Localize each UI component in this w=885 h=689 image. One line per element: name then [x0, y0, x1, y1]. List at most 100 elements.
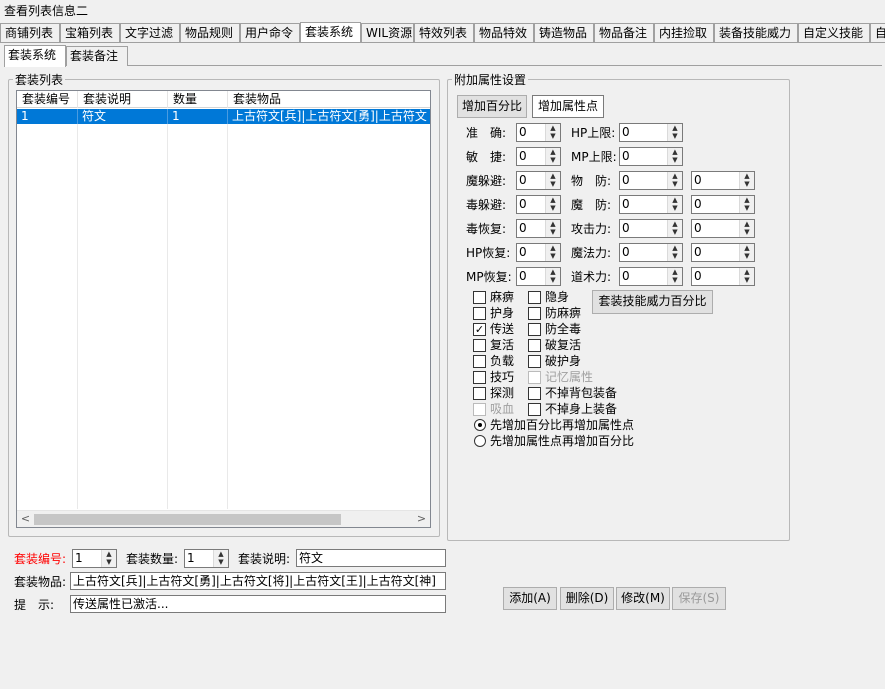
spin-up-icon[interactable]: ▲	[546, 268, 560, 276]
attr-stepper-right-5-1[interactable]: 0 ▲ ▼	[691, 243, 755, 262]
spin-buttons[interactable]: ▲ ▼	[667, 172, 682, 189]
suit-items-input[interactable]: 上古符文[兵]|上古符文[勇]|上古符文[将]|上古符文[王]|上古符文[神]	[70, 572, 446, 590]
attr-stepper-right-4-0[interactable]: 0 ▲ ▼	[619, 219, 683, 238]
attr-stepper-left-3[interactable]: 0 ▲ ▼	[516, 195, 561, 214]
flag-right-6-checkbox[interactable]	[528, 387, 541, 400]
flag-left-1-label[interactable]: 护身	[490, 306, 514, 320]
spin-buttons[interactable]: ▲ ▼	[545, 196, 560, 213]
order-radio-label-1[interactable]: 先增加属性点再增加百分比	[490, 434, 634, 448]
spin-up-icon[interactable]: ▲	[546, 172, 560, 180]
flag-left-6-checkbox[interactable]	[473, 387, 486, 400]
spin-up-icon[interactable]: ▲	[546, 196, 560, 204]
tab-user-commands[interactable]: 用户命令	[240, 23, 300, 42]
flag-right-6-label[interactable]: 不掉背包装备	[545, 386, 617, 400]
spin-buttons[interactable]: ▲ ▼	[667, 268, 682, 285]
flag-left-3-label[interactable]: 复活	[490, 338, 514, 352]
tab-truncated[interactable]: 自	[870, 23, 885, 42]
spin-buttons[interactable]: ▲ ▼	[545, 148, 560, 165]
spin-up-icon[interactable]: ▲	[668, 244, 682, 252]
attr-stepper-right-4-1[interactable]: 0 ▲ ▼	[691, 219, 755, 238]
spin-buttons[interactable]: ▲ ▼	[545, 244, 560, 261]
spin-up-icon[interactable]: ▲	[668, 148, 682, 156]
spin-buttons[interactable]: ▲ ▼	[739, 172, 754, 189]
tab-text-filter[interactable]: 文字过滤	[120, 23, 180, 42]
flag-right-2-label[interactable]: 防全毒	[545, 322, 581, 336]
flag-left-6-label[interactable]: 探测	[490, 386, 514, 400]
flag-right-7-checkbox[interactable]	[528, 403, 541, 416]
spin-buttons[interactable]: ▲ ▼	[545, 268, 560, 285]
spin-down-icon[interactable]: ▼	[740, 228, 754, 236]
flag-left-3-checkbox[interactable]	[473, 339, 486, 352]
flag-left-2-label[interactable]: 传送	[490, 322, 514, 336]
spin-buttons[interactable]: ▲ ▼	[739, 244, 754, 261]
spin-up-icon[interactable]: ▲	[546, 124, 560, 132]
order-radio-1[interactable]	[474, 435, 486, 447]
spin-buttons[interactable]: ▲ ▼	[739, 220, 754, 237]
attr-stepper-left-2[interactable]: 0 ▲ ▼	[516, 171, 561, 190]
spin-down-icon[interactable]: ▼	[214, 558, 228, 566]
spin-down-icon[interactable]: ▼	[740, 180, 754, 188]
column-header-desc[interactable]: 套装说明	[78, 91, 168, 108]
suit-skill-power-button[interactable]: 套装技能威力百分比	[592, 290, 713, 314]
spin-up-icon[interactable]: ▲	[102, 550, 116, 558]
subtab-suit-notes[interactable]: 套装备注	[66, 46, 128, 66]
table-row[interactable]: 1 符文 1 上古符文[兵]|上古符文[勇]|上古符文	[17, 109, 430, 124]
delete-button[interactable]: 删除(D)	[560, 587, 614, 610]
spin-up-icon[interactable]: ▲	[668, 196, 682, 204]
spin-up-icon[interactable]: ▲	[740, 172, 754, 180]
spin-up-icon[interactable]: ▲	[214, 550, 228, 558]
flag-right-0-label[interactable]: 隐身	[545, 290, 569, 304]
flag-left-4-label[interactable]: 负载	[490, 354, 514, 368]
flag-left-1-checkbox[interactable]	[473, 307, 486, 320]
spin-down-icon[interactable]: ▼	[740, 276, 754, 284]
flag-right-1-checkbox[interactable]	[528, 307, 541, 320]
spin-down-icon[interactable]: ▼	[740, 204, 754, 212]
spin-down-icon[interactable]: ▼	[546, 276, 560, 284]
tab-equip-skill-power[interactable]: 装备技能威力	[714, 23, 798, 42]
order-radio-label-0[interactable]: 先增加百分比再增加属性点	[490, 418, 634, 432]
column-header-id[interactable]: 套装编号	[17, 91, 78, 108]
spin-buttons[interactable]: ▲ ▼	[667, 148, 682, 165]
attr-stepper-left-4[interactable]: 0 ▲ ▼	[516, 219, 561, 238]
attr-stepper-left-5[interactable]: 0 ▲ ▼	[516, 243, 561, 262]
spin-down-icon[interactable]: ▼	[668, 204, 682, 212]
subtab-suit-system[interactable]: 套装系统	[4, 45, 66, 67]
attr-stepper-right-0-0[interactable]: 0 ▲ ▼	[619, 123, 683, 142]
spin-up-icon[interactable]: ▲	[740, 244, 754, 252]
scroll-right-button[interactable]: >	[413, 511, 430, 527]
spin-buttons[interactable]: ▲ ▼	[545, 220, 560, 237]
spin-up-icon[interactable]: ▲	[668, 220, 682, 228]
suit-desc-input[interactable]: 符文	[296, 549, 446, 567]
flag-right-3-label[interactable]: 破复活	[545, 338, 581, 352]
column-header-items[interactable]: 套装物品	[228, 91, 430, 108]
spin-buttons[interactable]: ▲ ▼	[667, 124, 682, 141]
flag-right-1-label[interactable]: 防麻痹	[545, 306, 581, 320]
suit-id-stepper[interactable]: 1 ▲ ▼	[72, 549, 117, 568]
attr-stepper-left-6[interactable]: 0 ▲ ▼	[516, 267, 561, 286]
spin-buttons[interactable]: ▲ ▼	[667, 220, 682, 237]
attr-stepper-right-2-0[interactable]: 0 ▲ ▼	[619, 171, 683, 190]
spin-down-icon[interactable]: ▼	[546, 156, 560, 164]
spin-up-icon[interactable]: ▲	[668, 124, 682, 132]
attr-stepper-right-1-0[interactable]: 0 ▲ ▼	[619, 147, 683, 166]
flag-left-4-checkbox[interactable]	[473, 355, 486, 368]
attr-stepper-right-3-0[interactable]: 0 ▲ ▼	[619, 195, 683, 214]
flag-right-4-checkbox[interactable]	[528, 355, 541, 368]
attr-stepper-left-0[interactable]: 0 ▲ ▼	[516, 123, 561, 142]
spin-up-icon[interactable]: ▲	[668, 268, 682, 276]
tab-suit-system[interactable]: 套装系统	[300, 22, 361, 42]
spin-down-icon[interactable]: ▼	[546, 204, 560, 212]
spin-up-icon[interactable]: ▲	[740, 220, 754, 228]
spin-buttons[interactable]: ▲ ▼	[213, 550, 228, 567]
spin-up-icon[interactable]: ▲	[668, 172, 682, 180]
spin-down-icon[interactable]: ▼	[546, 252, 560, 260]
attr-stepper-right-6-0[interactable]: 0 ▲ ▼	[619, 267, 683, 286]
spin-down-icon[interactable]: ▼	[546, 180, 560, 188]
horizontal-scrollbar[interactable]: < >	[17, 510, 430, 527]
spin-down-icon[interactable]: ▼	[546, 132, 560, 140]
flag-left-0-checkbox[interactable]	[473, 291, 486, 304]
flag-left-5-checkbox[interactable]	[473, 371, 486, 384]
spin-down-icon[interactable]: ▼	[546, 228, 560, 236]
spin-buttons[interactable]: ▲ ▼	[739, 196, 754, 213]
add-percent-button[interactable]: 增加百分比	[457, 95, 527, 118]
